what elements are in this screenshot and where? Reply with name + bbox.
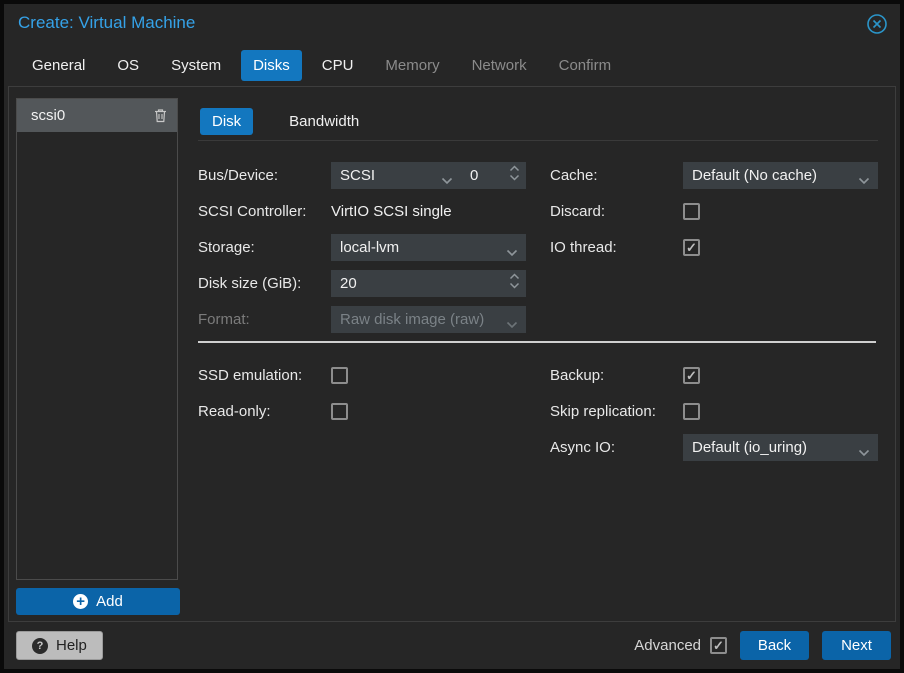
dialog-footer: ? Help Advanced Back Next: [4, 622, 900, 669]
format-row: Format: Raw disk image (raw): [198, 301, 533, 337]
io-thread-row: IO thread:: [550, 229, 880, 265]
bus-device-number-stepper[interactable]: [461, 161, 526, 189]
cache-combo[interactable]: Default (No cache): [683, 161, 878, 189]
io-thread-checkbox[interactable]: [683, 238, 700, 256]
disk-subtabs: Disk Bandwidth: [200, 108, 371, 135]
disks-tab-panel: scsi0 + Add Disk Bandwidth Bus/Device: S…: [8, 86, 896, 622]
chevron-down-icon: [506, 244, 518, 261]
form-column-left: Bus/Device: SCSI 0 SCSI Controller: Virt…: [198, 157, 533, 337]
tab-network: Network: [471, 57, 527, 74]
backup-row: Backup:: [550, 357, 880, 393]
section-separator: [198, 341, 876, 343]
help-button-label: Help: [56, 637, 87, 654]
question-circle-icon: ?: [32, 637, 48, 654]
async-io-row: Async IO: Default (io_uring): [550, 429, 880, 465]
advanced-label: Advanced: [634, 637, 701, 654]
bus-device-combo[interactable]: SCSI: [331, 161, 461, 189]
skip-replication-checkbox[interactable]: [683, 402, 700, 420]
format-value: Raw disk image (raw): [340, 310, 485, 328]
scsi-controller-label: SCSI Controller:: [198, 202, 307, 220]
disk-list: scsi0: [16, 98, 178, 580]
scsi-controller-value: VirtIO SCSI single: [331, 202, 452, 220]
disk-form: Disk Bandwidth Bus/Device: SCSI 0 SCSI C…: [198, 97, 878, 611]
spinner-arrows-icon[interactable]: [509, 164, 520, 181]
next-button[interactable]: Next: [822, 631, 891, 660]
chevron-down-icon: [506, 316, 518, 333]
tab-confirm: Confirm: [558, 57, 612, 74]
chevron-down-icon: [441, 172, 453, 189]
disk-size-row: Disk size (GiB):: [198, 265, 533, 301]
form-column-left-lower: SSD emulation: Read-only:: [198, 357, 533, 429]
ssd-emulation-checkbox[interactable]: [331, 366, 348, 384]
discard-label: Discard:: [550, 202, 606, 220]
form-column-right: Cache: Default (No cache) Discard: IO th…: [550, 157, 880, 265]
cache-row: Cache: Default (No cache): [550, 157, 880, 193]
subtab-disk[interactable]: Disk: [200, 108, 254, 135]
discard-checkbox[interactable]: [683, 202, 700, 220]
tab-memory: Memory: [385, 57, 440, 74]
storage-combo[interactable]: local-lvm: [331, 233, 526, 261]
trash-icon[interactable]: [154, 108, 167, 123]
disk-size-label: Disk size (GiB):: [198, 274, 302, 292]
tab-system[interactable]: System: [159, 50, 233, 81]
async-io-combo[interactable]: Default (io_uring): [683, 433, 878, 461]
add-disk-button[interactable]: + Add: [16, 588, 180, 615]
storage-row: Storage: local-lvm: [198, 229, 533, 265]
backup-label: Backup:: [550, 366, 605, 384]
skip-replication-label: Skip replication:: [550, 402, 656, 420]
close-icon[interactable]: [866, 13, 888, 35]
subtab-separator: [198, 140, 878, 141]
disk-item-label: scsi0: [31, 107, 66, 124]
tab-cpu[interactable]: CPU: [310, 50, 366, 81]
storage-label: Storage:: [198, 238, 255, 256]
tab-os[interactable]: OS: [105, 50, 151, 81]
bus-device-row: Bus/Device: SCSI: [198, 157, 533, 193]
ssd-emulation-label: SSD emulation:: [198, 366, 303, 384]
scsi-controller-row: SCSI Controller: VirtIO SCSI single: [198, 193, 533, 229]
help-button[interactable]: ? Help: [16, 631, 103, 660]
read-only-checkbox[interactable]: [331, 402, 348, 420]
wizard-tabs: General OS System Disks CPU Memory Netwo…: [20, 50, 623, 81]
advanced-toggle-group: Advanced: [634, 637, 727, 654]
chevron-down-icon: [858, 444, 870, 461]
plus-circle-icon: +: [73, 594, 89, 609]
bus-device-value: SCSI: [340, 166, 376, 184]
tab-disks[interactable]: Disks: [241, 50, 302, 81]
read-only-label: Read-only:: [198, 402, 271, 420]
cache-label: Cache:: [550, 166, 598, 184]
storage-value: local-lvm: [340, 238, 400, 256]
async-io-label: Async IO:: [550, 438, 616, 456]
subtab-bandwidth[interactable]: Bandwidth: [277, 108, 371, 135]
back-button[interactable]: Back: [740, 631, 809, 660]
format-combo-disabled: Raw disk image (raw): [331, 305, 526, 333]
form-column-right-lower: Backup: Skip replication: Async IO: Defa…: [550, 357, 880, 465]
add-button-label: Add: [96, 593, 123, 610]
skip-replication-row: Skip replication:: [550, 393, 880, 429]
disk-list-item-scsi0[interactable]: scsi0: [17, 99, 177, 132]
spinner-arrows-icon[interactable]: [509, 272, 520, 289]
create-vm-dialog: Create: Virtual Machine General OS Syste…: [4, 4, 900, 669]
async-io-value: Default (io_uring): [692, 438, 808, 456]
advanced-checkbox[interactable]: [710, 637, 727, 654]
format-label: Format:: [198, 310, 250, 328]
disk-size-input[interactable]: [331, 269, 526, 297]
ssd-emulation-row: SSD emulation:: [198, 357, 533, 393]
read-only-row: Read-only:: [198, 393, 533, 429]
tab-general[interactable]: General: [20, 50, 97, 81]
backup-checkbox[interactable]: [683, 366, 700, 384]
bus-device-label: Bus/Device:: [198, 166, 279, 184]
io-thread-label: IO thread:: [550, 238, 617, 256]
dialog-title: Create: Virtual Machine: [18, 13, 196, 32]
disk-size-stepper[interactable]: [331, 269, 526, 297]
discard-row: Discard:: [550, 193, 880, 229]
chevron-down-icon: [858, 172, 870, 189]
cache-value: Default (No cache): [692, 166, 818, 184]
